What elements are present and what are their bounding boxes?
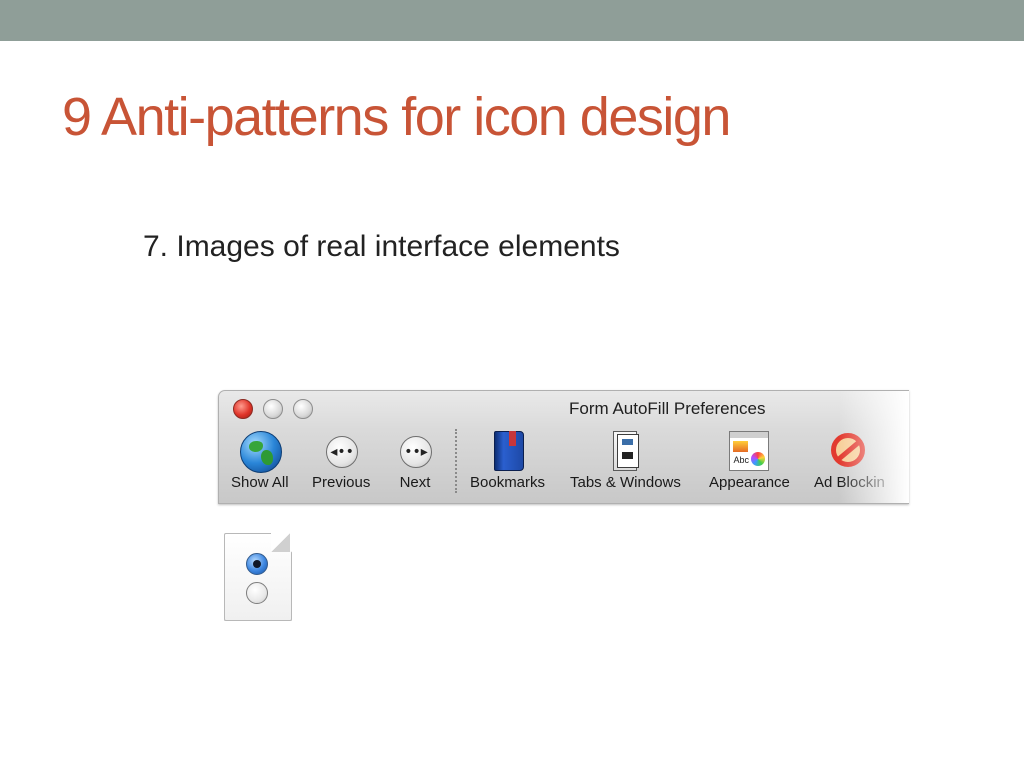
globe-icon <box>239 431 282 473</box>
toolbar-separator <box>455 429 457 493</box>
toolbar-previous[interactable]: ◂•• Previous <box>312 429 370 491</box>
bookmarks-book-icon <box>493 431 524 471</box>
ad-blocking-icon <box>831 433 866 467</box>
toolbar-appearance[interactable]: Abc Appearance <box>709 429 790 491</box>
radio-selected-icon <box>246 553 268 575</box>
toolbar-label: Tabs & Windows <box>570 474 681 491</box>
slide-title: 9 Anti-patterns for icon design <box>62 87 731 147</box>
toolbar-show-all[interactable]: Show All <box>231 429 289 491</box>
appearance-icon: Abc <box>729 431 770 471</box>
next-arrow-icon: ••▸ <box>400 436 432 468</box>
window-title: Form AutoFill Preferences <box>569 399 766 418</box>
toolbar-bookmarks[interactable]: Bookmarks <box>470 429 545 491</box>
toolbar-label: Bookmarks <box>470 474 546 491</box>
previous-arrow-icon: ◂•• <box>326 436 359 468</box>
slide-top-bar <box>0 0 1024 41</box>
radio-unselected-icon <box>246 582 268 604</box>
toolbar-label: Show All <box>231 474 289 491</box>
minimize-window-button[interactable] <box>263 399 283 419</box>
close-window-button[interactable] <box>233 399 253 419</box>
toolbar-next[interactable]: ••▸ Next <box>393 429 437 491</box>
slide-bullet: 7. Images of real interface elements <box>143 230 620 263</box>
toolbar-tabs-windows[interactable]: Tabs & Windows <box>570 429 681 491</box>
toolbar-ad-blocking[interactable]: Ad Blockin <box>814 429 885 491</box>
toolbar-label: Appearance <box>709 474 790 491</box>
toolbar-label: Previous <box>312 474 371 491</box>
zoom-window-button[interactable] <box>293 399 313 419</box>
toolbar-label: Ad Blockin <box>814 474 885 491</box>
preferences-window-toolbar: Form AutoFill Preferences Show All ◂•• P… <box>218 390 909 504</box>
document-fold <box>271 533 290 552</box>
toolbar-label: Next <box>399 474 431 491</box>
